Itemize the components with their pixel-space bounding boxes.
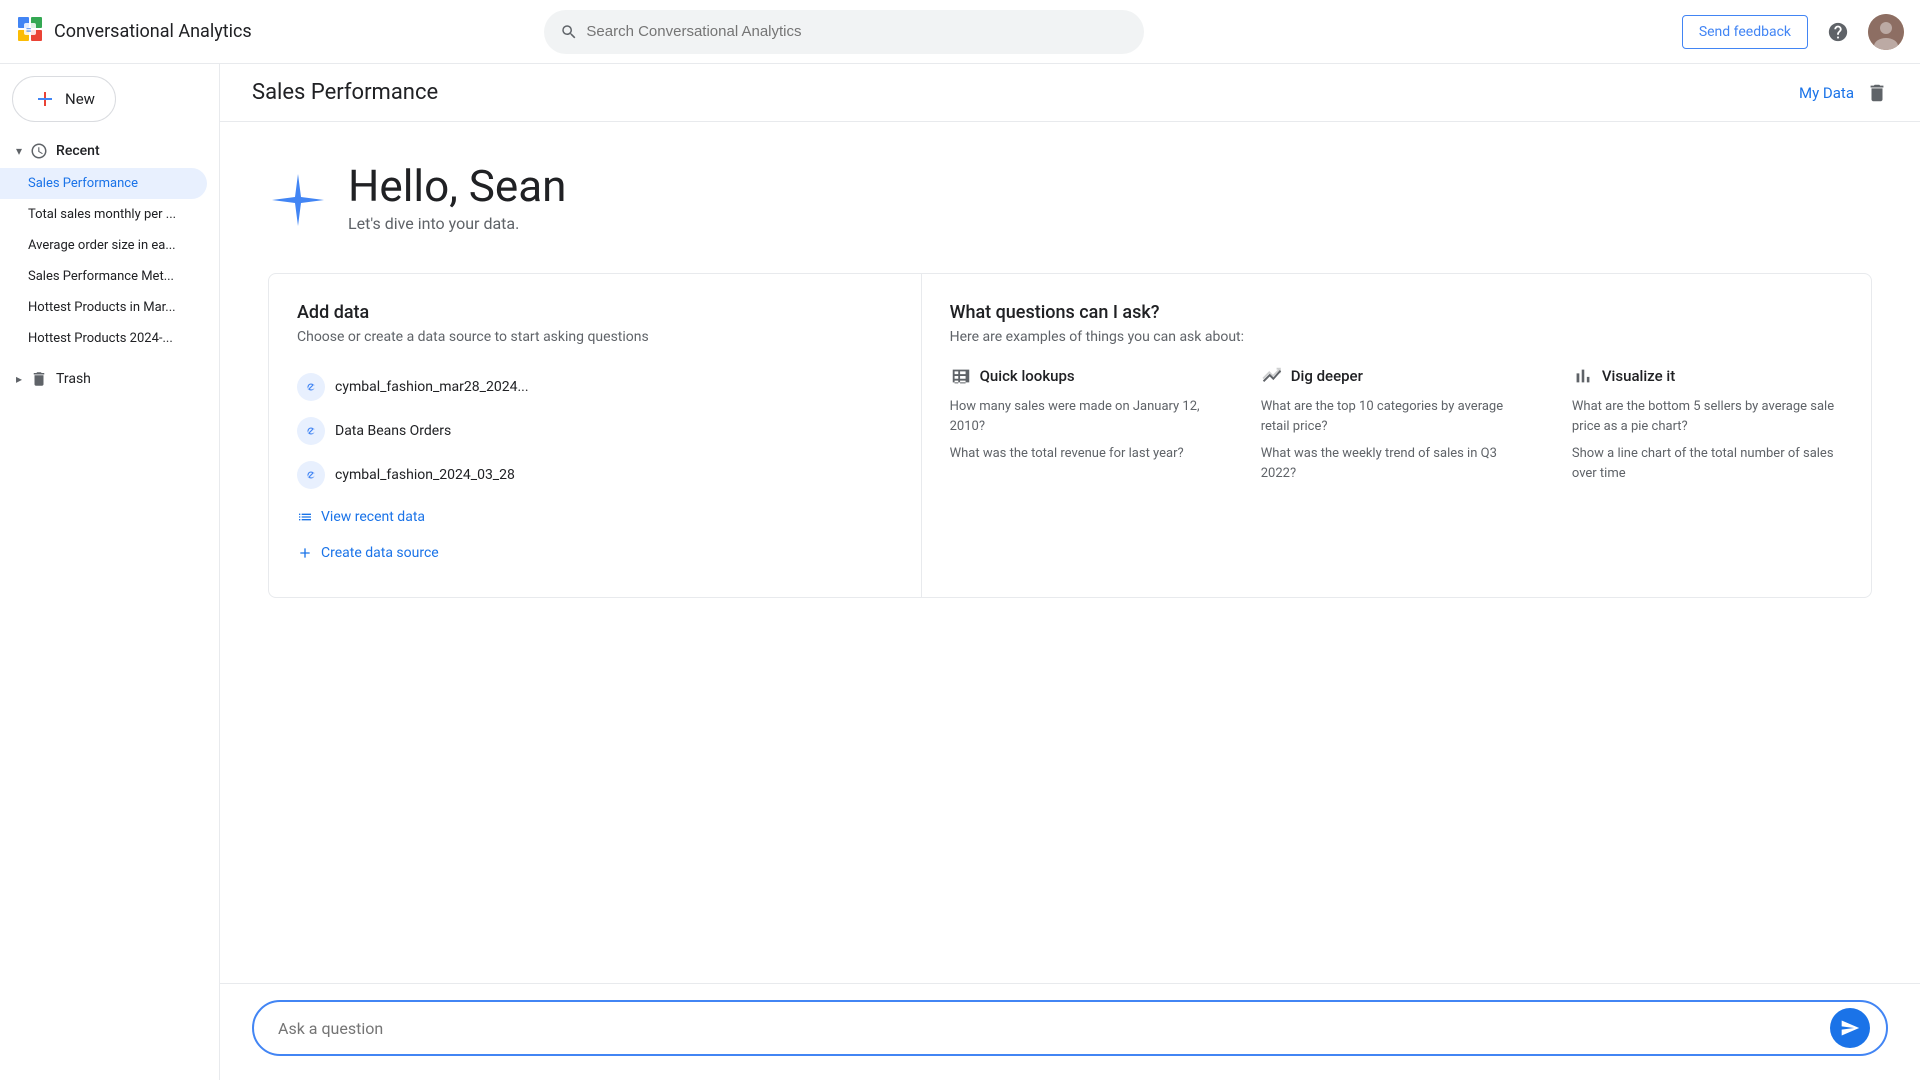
sidebar-item-hottest-2024[interactable]: Hottest Products 2024-... (0, 323, 207, 354)
app-logo: ≡ Conversational Analytics (16, 15, 252, 49)
quick-lookup-item-2: What was the total revenue for last year… (950, 444, 1221, 464)
sidebar-item-total-sales[interactable]: Total sales monthly per ... (0, 199, 207, 230)
data-item-cymbal1[interactable]: cymbal_fashion_mar28_2024... (297, 365, 893, 409)
welcome-text: Hello, Sean Let's dive into your data. (348, 162, 566, 233)
app-icon: ≡ (16, 15, 44, 49)
quick-lookups-title: Quick lookups (980, 367, 1075, 385)
page-header-right: My Data (1799, 82, 1888, 104)
new-plus-icon (33, 87, 57, 111)
quick-lookups-col: Quick lookups How many sales were made o… (950, 365, 1221, 491)
svg-text:≡: ≡ (26, 26, 31, 36)
dig-deeper-item-2: What was the weekly trend of sales in Q3… (1261, 444, 1532, 483)
data-circle-databeans (297, 417, 325, 445)
ask-input-wrapper (252, 1000, 1888, 1056)
help-icon[interactable] (1820, 14, 1856, 50)
page-title: Sales Performance (252, 80, 438, 105)
app-layout: New ▾ Recent Sales Performance Total sal… (0, 0, 1920, 1080)
dig-deeper-col: Dig deeper What are the top 10 categorie… (1261, 365, 1532, 491)
dig-deeper-title: Dig deeper (1291, 367, 1363, 385)
sidebar-item-avg-order[interactable]: Average order size in ea... (0, 230, 207, 261)
page-header: Sales Performance My Data (220, 64, 1920, 122)
data-item-cymbal2[interactable]: cymbal_fashion_2024_03_28 (297, 453, 893, 497)
greeting-subtitle: Let's dive into your data. (348, 214, 566, 233)
chevron-down-icon: ▾ (16, 144, 22, 158)
add-data-card: Add data Choose or create a data source … (269, 274, 922, 597)
new-button-label: New (65, 90, 95, 108)
trash-section[interactable]: ▸ Trash (0, 362, 219, 396)
ask-input[interactable] (278, 1019, 1822, 1038)
greeting-heading: Hello, Sean (348, 162, 566, 210)
data-item-label: cymbal_fashion_2024_03_28 (335, 467, 515, 483)
view-recent-label: View recent data (321, 509, 425, 525)
questions-subtitle: Here are examples of things you can ask … (950, 329, 1843, 345)
dig-deeper-item-1: What are the top 10 categories by averag… (1261, 397, 1532, 436)
table-icon (950, 365, 972, 387)
new-button[interactable]: New (12, 76, 116, 122)
bar-chart-icon (1572, 365, 1594, 387)
cards-row: Add data Choose or create a data source … (268, 273, 1872, 598)
create-data-source-link[interactable]: Create data source (297, 537, 893, 569)
sidebar: New ▾ Recent Sales Performance Total sal… (0, 64, 220, 1080)
view-recent-data-link[interactable]: View recent data (297, 501, 893, 533)
questions-title: What questions can I ask? (950, 302, 1843, 323)
send-icon (1840, 1018, 1860, 1038)
sidebar-item-sales-met[interactable]: Sales Performance Met... (0, 261, 207, 292)
search-icon (560, 23, 578, 41)
visualize-item-2: Show a line chart of the total number of… (1572, 444, 1843, 483)
data-item-label: Data Beans Orders (335, 423, 451, 439)
data-circle-cymbal1 (297, 373, 325, 401)
sidebar-item-hottest-mar[interactable]: Hottest Products in Mar... (0, 292, 207, 323)
add-data-title: Add data (297, 302, 893, 323)
welcome-area: Hello, Sean Let's dive into your data. A… (220, 122, 1920, 983)
welcome-hero: Hello, Sean Let's dive into your data. (268, 162, 1872, 233)
trash-label: Trash (56, 371, 91, 387)
avatar[interactable] (1868, 14, 1904, 50)
search-input[interactable] (586, 23, 1128, 40)
questions-card: What questions can I ask? Here are examp… (922, 274, 1871, 597)
data-circle-cymbal2 (297, 461, 325, 489)
visualize-header: Visualize it (1572, 365, 1843, 387)
main-content: Sales Performance My Data Hello, Sean Le… (220, 64, 1920, 1080)
data-item-label: cymbal_fashion_mar28_2024... (335, 379, 529, 395)
my-data-link[interactable]: My Data (1799, 84, 1854, 102)
trash-icon (30, 370, 48, 388)
recent-section-header[interactable]: ▾ Recent (0, 134, 219, 168)
dig-deeper-header: Dig deeper (1261, 365, 1532, 387)
questions-columns: Quick lookups How many sales were made o… (950, 365, 1843, 491)
add-data-subtitle: Choose or create a data source to start … (297, 329, 893, 345)
send-button[interactable] (1830, 1008, 1870, 1048)
quick-lookup-item-1: How many sales were made on January 12, … (950, 397, 1221, 436)
sparkle-icon (268, 170, 328, 230)
delete-icon[interactable] (1866, 82, 1888, 104)
topnav: ≡ Conversational Analytics Send feedback (0, 0, 1920, 64)
create-datasource-label: Create data source (321, 545, 439, 561)
clock-icon (30, 142, 48, 160)
visualize-col: Visualize it What are the bottom 5 selle… (1572, 365, 1843, 491)
visualize-item-1: What are the bottom 5 sellers by average… (1572, 397, 1843, 436)
chart-line-icon (1261, 365, 1283, 387)
visualize-title: Visualize it (1602, 367, 1675, 385)
send-feedback-button[interactable]: Send feedback (1682, 15, 1808, 49)
topnav-right: Send feedback (1682, 14, 1904, 50)
chevron-right-icon: ▸ (16, 372, 22, 386)
app-title: Conversational Analytics (54, 21, 252, 42)
search-bar (544, 10, 1144, 54)
quick-lookups-header: Quick lookups (950, 365, 1221, 387)
data-item-databeans[interactable]: Data Beans Orders (297, 409, 893, 453)
bottom-bar (220, 983, 1920, 1080)
list-icon (297, 509, 313, 525)
plus-icon (297, 545, 313, 561)
sidebar-item-sales-performance[interactable]: Sales Performance (0, 168, 207, 199)
recent-label: Recent (56, 143, 100, 159)
